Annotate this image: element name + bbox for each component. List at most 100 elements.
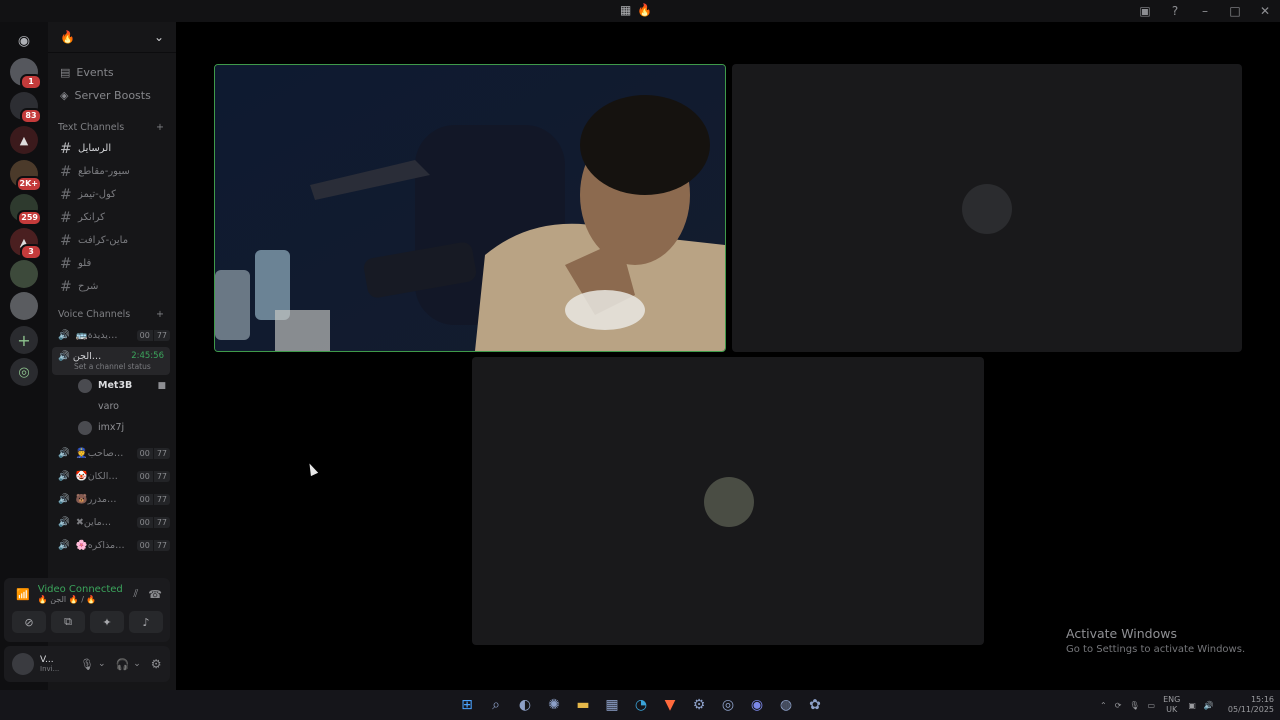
- voice-channel[interactable]: 🔊 🤡الكان… 00 77: [48, 465, 176, 488]
- user-limit: 77: [153, 517, 170, 528]
- discord-icon[interactable]: ◉: [746, 694, 768, 716]
- voice-member[interactable]: varo: [48, 396, 176, 417]
- steelseries-icon[interactable]: ⚙: [688, 694, 710, 716]
- activities-button[interactable]: ✦: [90, 611, 124, 633]
- activities-icon: ✦: [102, 615, 112, 629]
- volume-icon[interactable]: 🔊: [1204, 701, 1214, 710]
- voice-member[interactable]: Met3B ■: [48, 375, 176, 396]
- user-info[interactable]: V... Invi...: [40, 655, 74, 673]
- inbox-icon[interactable]: ▣: [1130, 0, 1160, 22]
- server-icon-4[interactable]: 2K+: [10, 160, 42, 192]
- server-icon-5[interactable]: 259: [10, 194, 42, 226]
- voice-channel[interactable]: 🔊 ✖ماين… 00 77: [48, 511, 176, 534]
- text-channel[interactable]: # فلو: [48, 252, 176, 275]
- camera-feed: [215, 65, 725, 351]
- game-controller-icon[interactable]: ◐: [514, 694, 536, 716]
- search-icon[interactable]: ⌕: [485, 694, 507, 716]
- unread-badge: 2K+: [15, 176, 42, 192]
- voice-channel[interactable]: 🔊 🌸مذاكره… 00 77: [48, 534, 176, 557]
- connection-status[interactable]: Video Connected: [38, 584, 128, 595]
- start-icon[interactable]: ⊞: [456, 694, 478, 716]
- hash-icon: #: [60, 232, 72, 249]
- headphones-icon[interactable]: 🎧: [116, 658, 130, 671]
- add-channel-icon[interactable]: +: [156, 122, 164, 133]
- video-tile-participant[interactable]: [732, 64, 1242, 352]
- close-icon[interactable]: ✕: [1250, 0, 1280, 22]
- video-tile-participant[interactable]: [472, 357, 984, 645]
- chevron-up-icon[interactable]: ⌃: [1100, 701, 1107, 710]
- steam-icon[interactable]: ◎: [717, 694, 739, 716]
- signal-icon[interactable]: 📶: [16, 588, 30, 601]
- channel-name: 👮صاحب…: [75, 448, 124, 459]
- discord-home-icon[interactable]: ◉: [10, 27, 38, 55]
- share-screen-button[interactable]: ⧉: [51, 611, 85, 633]
- noise-suppression-icon[interactable]: ⫽: [133, 587, 138, 601]
- channel-name: فلو: [78, 258, 92, 269]
- speaker-icon: 🔊 الجن…: [58, 351, 102, 362]
- user-limit: 77: [153, 494, 170, 505]
- microphone-icon[interactable]: 🎙: [1129, 701, 1139, 710]
- user-limit: 77: [153, 448, 170, 459]
- channel-status[interactable]: Set a channel status: [74, 362, 151, 371]
- hash-icon: #: [60, 163, 72, 180]
- minimize-icon[interactable]: –: [1190, 0, 1220, 22]
- text-channels-category[interactable]: Text Channels +: [48, 117, 176, 137]
- maximize-icon[interactable]: □: [1220, 0, 1250, 22]
- server-icon-2[interactable]: 83: [10, 92, 42, 124]
- user-limit: 77: [153, 540, 170, 551]
- server-icon-3[interactable]: ▲: [10, 126, 38, 154]
- events-link[interactable]: ▤ Events: [48, 61, 176, 84]
- server-header[interactable]: 🔥 ⌄: [48, 22, 176, 53]
- display-icon[interactable]: ▭: [1148, 701, 1156, 710]
- soundboard-button[interactable]: ♪: [129, 611, 163, 633]
- folder-icon[interactable]: ▬: [572, 694, 594, 716]
- add-server-icon[interactable]: +: [10, 326, 38, 354]
- disconnect-icon[interactable]: ☎: [148, 588, 162, 601]
- voice-channel[interactable]: 🔊 🐻مدرر… 00 77: [48, 488, 176, 511]
- channel-name: 🚌يديدة…: [75, 330, 118, 341]
- gear-icon[interactable]: ⚙: [151, 657, 162, 671]
- chevron-down-icon[interactable]: ⌄: [133, 659, 141, 669]
- network-icon[interactable]: ▣: [1188, 701, 1196, 710]
- category-label: Text Channels: [58, 121, 125, 133]
- video-tile-camera[interactable]: [214, 64, 726, 352]
- voice-channels-category[interactable]: Voice Channels +: [48, 304, 176, 324]
- help-icon[interactable]: ?: [1160, 0, 1190, 22]
- connection-location[interactable]: 🔥 الجن 🔥 / 🔥: [38, 595, 128, 604]
- microphone-icon[interactable]: 🎙: [80, 658, 94, 671]
- screen-share-icon: ⧉: [64, 615, 72, 628]
- chevron-down-icon[interactable]: ⌄: [98, 659, 106, 669]
- voice-member[interactable]: imx7j: [48, 417, 176, 438]
- app-icon[interactable]: ◍: [775, 694, 797, 716]
- server-icon-8[interactable]: [10, 292, 38, 320]
- add-channel-icon[interactable]: +: [156, 309, 164, 320]
- clock[interactable]: 15:16 05/11/2025: [1228, 695, 1274, 715]
- app-icon-2[interactable]: ✿: [804, 694, 826, 716]
- boosts-label: Server Boosts: [74, 89, 151, 102]
- text-channel[interactable]: # ماين-كرافت: [48, 229, 176, 252]
- copilot-icon[interactable]: ✺: [543, 694, 565, 716]
- text-channel[interactable]: # كرانكر: [48, 206, 176, 229]
- store-icon[interactable]: ▦: [601, 694, 623, 716]
- unread-badge: 83: [20, 108, 42, 124]
- language-indicator[interactable]: ENG UK: [1163, 695, 1180, 715]
- server-icon-1[interactable]: 1: [10, 58, 42, 90]
- edge-icon[interactable]: ◔: [630, 694, 652, 716]
- sync-icon[interactable]: ⟳: [1115, 701, 1122, 710]
- text-channel[interactable]: # سيور-مقاطع: [48, 160, 176, 183]
- avatar: [78, 400, 92, 414]
- text-channel[interactable]: # شرح: [48, 275, 176, 298]
- voice-channel-active[interactable]: 🔊 الجن… 2:45:56 Set a channel status: [52, 347, 170, 375]
- text-channel[interactable]: # الرسايل: [48, 137, 176, 160]
- channel-name: كرانكر: [78, 212, 105, 223]
- text-channel[interactable]: # كول-تيمز: [48, 183, 176, 206]
- voice-channel[interactable]: 🔊 👮صاحب… 00 77: [48, 442, 176, 465]
- avatar[interactable]: [12, 653, 34, 675]
- brave-icon[interactable]: ▼: [659, 694, 681, 716]
- server-icon-6[interactable]: ▲ 3: [10, 228, 42, 260]
- server-boosts-link[interactable]: ◈ Server Boosts: [48, 84, 176, 107]
- discover-icon[interactable]: ◎: [10, 358, 38, 386]
- server-icon-7[interactable]: [10, 260, 38, 288]
- voice-channel[interactable]: 🔊 🚌يديدة… 00 77: [48, 324, 176, 347]
- toggle-camera-button[interactable]: ⊘: [12, 611, 46, 633]
